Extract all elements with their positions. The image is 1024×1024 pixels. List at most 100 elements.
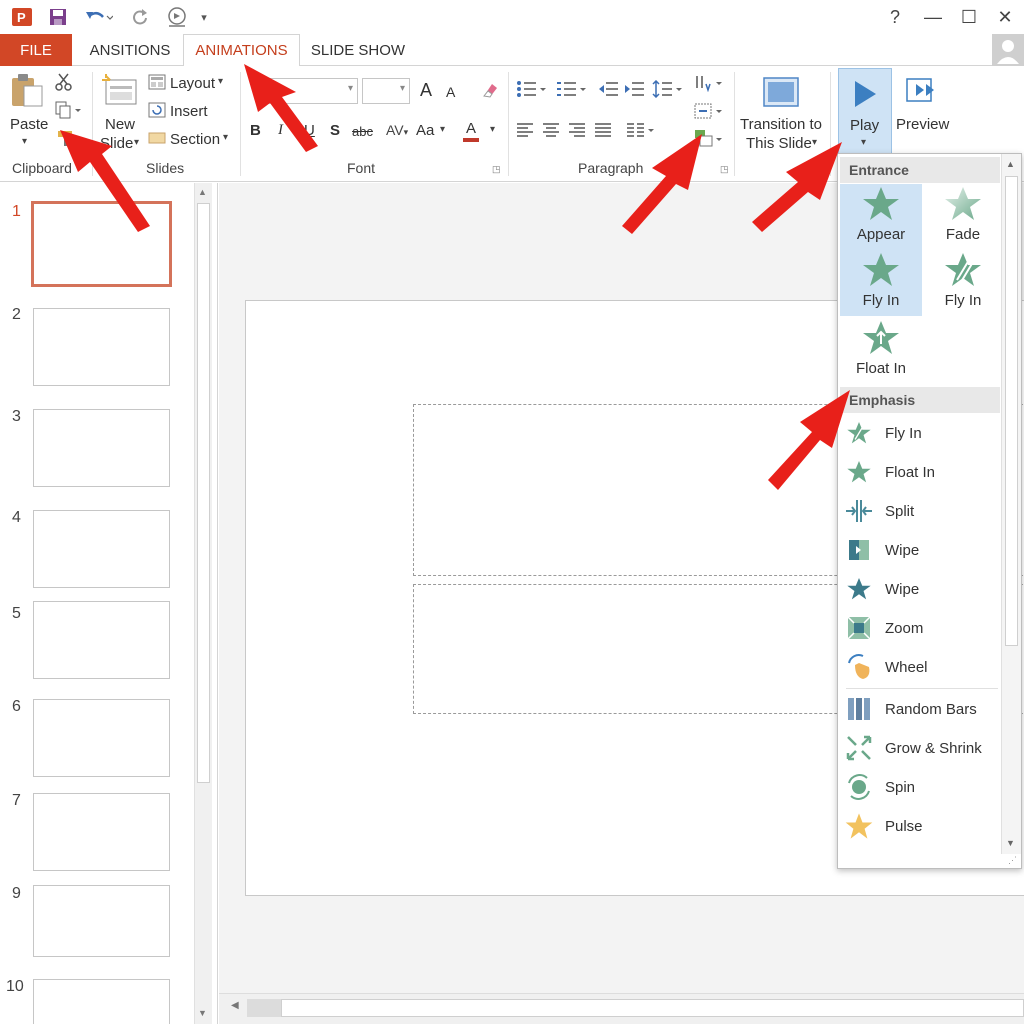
paste-button[interactable]: Paste — [10, 116, 48, 133]
emphasis-wipe[interactable]: Wipe — [844, 533, 994, 567]
undo-icon[interactable] — [80, 5, 116, 29]
layout-button[interactable]: Layout — [170, 75, 215, 92]
close-button[interactable]: ✕ — [990, 4, 1020, 30]
animation-fly-in-2[interactable]: Fly In — [922, 250, 1004, 316]
italic-button[interactable]: I — [278, 122, 283, 139]
scroll-up-icon[interactable]: ▲ — [198, 187, 207, 197]
thumbnails-scrollbar[interactable]: ▲ ▼ — [194, 183, 212, 1024]
slide-thumbnail-10[interactable] — [33, 979, 170, 1024]
font-dialog-launcher-icon[interactable]: ◳ — [492, 164, 501, 175]
paste-icon[interactable] — [8, 72, 48, 112]
decrease-indent-icon[interactable] — [598, 80, 620, 103]
reset-icon[interactable] — [148, 102, 166, 123]
emphasis-pulse[interactable]: Pulse — [844, 809, 994, 843]
play-button[interactable]: Play ▾ — [838, 68, 892, 156]
present-icon[interactable] — [162, 5, 192, 29]
emphasis-grow-shrink[interactable]: Grow & Shrink — [844, 731, 994, 765]
animation-fade[interactable]: Fade — [922, 184, 1004, 250]
increase-indent-icon[interactable] — [624, 80, 646, 103]
emphasis-zoom[interactable]: Zoom — [844, 611, 994, 645]
scroll-up-icon[interactable]: ▲ — [1006, 159, 1015, 169]
slide-thumbnail-2[interactable] — [33, 308, 170, 386]
preview-icon[interactable] — [906, 76, 938, 106]
bullets-icon[interactable] — [516, 80, 546, 103]
scroll-thumb[interactable] — [197, 203, 210, 783]
maximize-button[interactable]: ☐ — [954, 4, 984, 30]
format-painter-icon[interactable] — [56, 128, 76, 153]
tab-animations[interactable]: ANIMATIONS — [183, 34, 300, 67]
line-spacing-icon[interactable] — [652, 79, 682, 103]
emphasis-float-in[interactable]: Float In — [844, 455, 994, 489]
scroll-down-icon[interactable]: ▼ — [1006, 838, 1015, 848]
emphasis-wheel[interactable]: Wheel — [844, 650, 994, 684]
emphasis-spin[interactable]: Spin — [844, 770, 994, 804]
tab-slide-show[interactable]: SLIDE SHOW — [306, 34, 410, 66]
animation-appear[interactable]: Appear — [840, 184, 922, 250]
justify-icon[interactable] — [594, 122, 612, 143]
font-color-button[interactable]: A — [466, 120, 476, 137]
emphasis-fly-in[interactable]: Fly In — [844, 416, 994, 450]
gallery-scrollbar[interactable]: ▲ ▼ — [1001, 154, 1021, 854]
slide-thumbnail-3[interactable] — [33, 409, 170, 487]
align-text-icon[interactable] — [694, 102, 722, 125]
paste-dropdown-icon[interactable]: ▾ — [22, 136, 27, 147]
insert-button[interactable]: Insert — [170, 103, 208, 120]
slide-thumbnail-6[interactable] — [33, 699, 170, 777]
font-family-select[interactable]: ▾ — [262, 78, 358, 104]
paragraph-dialog-launcher-icon[interactable]: ◳ — [720, 164, 729, 175]
animation-float-in[interactable]: Float In — [840, 318, 922, 384]
help-button[interactable]: ? — [880, 4, 910, 30]
transition-label-2[interactable]: This Slide — [746, 135, 812, 152]
tab-file[interactable]: FILE — [0, 34, 72, 66]
cut-icon[interactable] — [54, 72, 74, 97]
customize-icon[interactable]: ▾ — [196, 5, 212, 29]
font-color-dropdown-icon[interactable]: ▾ — [490, 124, 495, 135]
slide-thumbnail-5[interactable] — [33, 601, 170, 679]
text-shadow-button[interactable]: S — [330, 122, 340, 139]
align-center-icon[interactable] — [542, 122, 560, 143]
slide-thumbnail-4[interactable] — [33, 510, 170, 588]
section-icon[interactable] — [148, 130, 166, 151]
emphasis-split[interactable]: Split — [844, 494, 994, 528]
columns-icon[interactable] — [626, 122, 654, 143]
align-left-icon[interactable] — [516, 122, 534, 143]
slide-thumbnail-1[interactable] — [31, 201, 172, 287]
change-case-dropdown-icon[interactable]: ▾ — [440, 124, 445, 135]
scroll-track[interactable] — [281, 999, 1024, 1017]
grow-font-button[interactable]: A — [420, 80, 432, 101]
clear-formatting-icon[interactable] — [480, 80, 500, 105]
canvas-horizontal-scrollbar[interactable]: ◀ — [219, 993, 1024, 1024]
transition-label-1[interactable]: Transition to — [740, 116, 822, 133]
emphasis-random-bars[interactable]: Random Bars — [844, 692, 994, 726]
numbering-icon[interactable] — [556, 80, 586, 103]
text-direction-icon[interactable] — [694, 74, 722, 97]
section-dropdown-icon[interactable]: ▾ — [223, 132, 228, 143]
new-slide-label-1[interactable]: New — [105, 116, 135, 133]
resize-grip-icon[interactable]: ⋰ — [1008, 855, 1017, 866]
tab-transitions[interactable]: ANSITIONS — [84, 34, 176, 66]
change-case-button[interactable]: Aa — [416, 122, 434, 139]
slide-thumbnail-9[interactable] — [33, 885, 170, 957]
bold-button[interactable]: B — [250, 122, 261, 139]
transition-icon[interactable] — [762, 76, 800, 110]
align-right-icon[interactable] — [568, 122, 586, 143]
emphasis-wipe-2[interactable]: Wipe — [844, 572, 994, 606]
scroll-down-icon[interactable]: ▼ — [198, 1008, 207, 1018]
new-slide-icon[interactable] — [102, 74, 138, 108]
scroll-thumb[interactable] — [247, 999, 281, 1017]
smartart-icon[interactable] — [694, 128, 722, 153]
new-slide-dropdown-icon[interactable]: ▾ — [134, 137, 139, 148]
shrink-font-button[interactable]: A — [446, 84, 455, 100]
minimize-button[interactable]: — — [918, 4, 948, 30]
section-button[interactable]: Section — [170, 131, 220, 148]
underline-button[interactable]: U — [304, 122, 315, 139]
character-spacing-icon[interactable]: AV▾ — [386, 122, 408, 138]
scroll-thumb[interactable] — [1005, 176, 1018, 646]
scroll-left-icon[interactable]: ◀ — [231, 1000, 239, 1011]
slide-thumbnail-7[interactable] — [33, 793, 170, 871]
new-slide-label-2[interactable]: Slide — [100, 135, 133, 152]
preview-button[interactable]: Preview — [896, 116, 949, 133]
layout-dropdown-icon[interactable]: ▾ — [218, 76, 223, 87]
copy-icon[interactable] — [54, 100, 82, 125]
avatar[interactable] — [992, 34, 1024, 66]
